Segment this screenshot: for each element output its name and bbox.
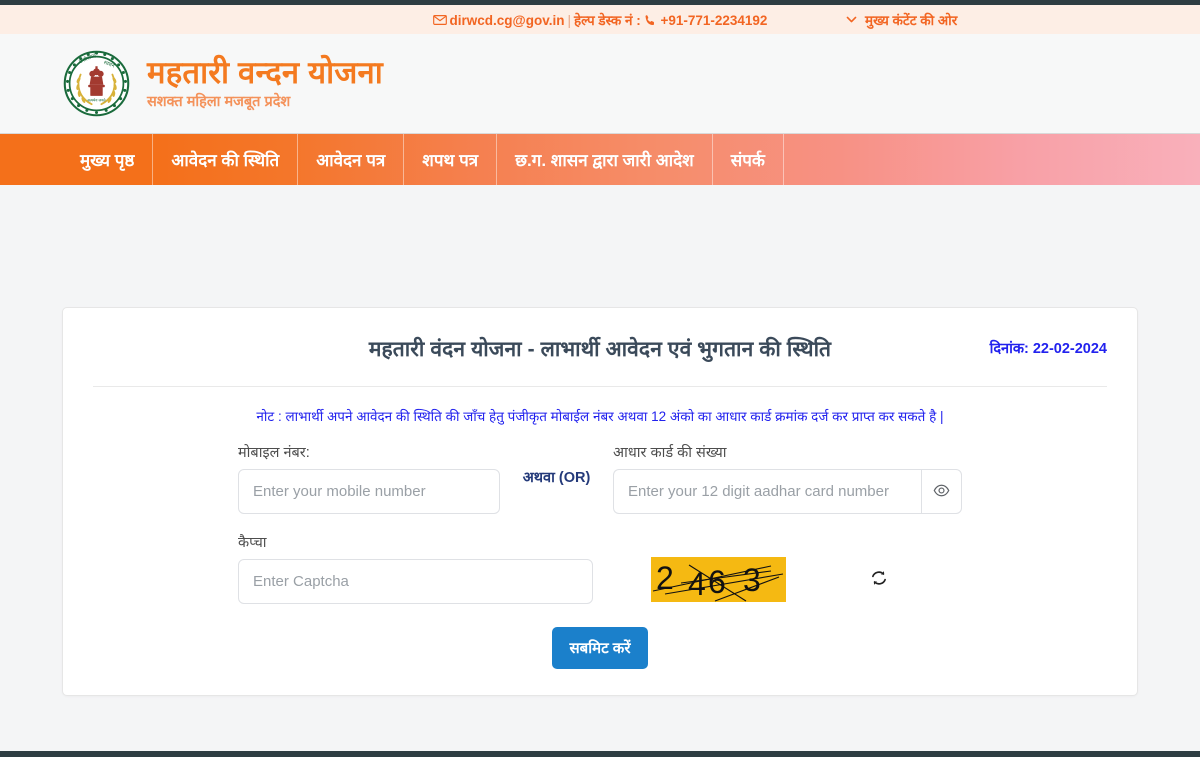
header-divider — [93, 386, 1107, 387]
mobile-label: मोबाइल नंबर: — [238, 445, 310, 461]
captcha-refresh-button[interactable] — [870, 569, 888, 590]
page-title: महतारी वंदन योजना - लाभार्थी आवेदन एवं भ… — [368, 338, 832, 361]
eye-icon — [933, 482, 950, 502]
page-body: महतारी वंदन योजना - लाभार्थी आवेदन एवं भ… — [0, 185, 1200, 704]
captcha-input[interactable] — [238, 559, 593, 604]
or-label: अथवा (OR) — [522, 470, 591, 486]
submit-button[interactable]: सबमिट करें — [551, 627, 649, 669]
site-title: महतारी वन्दन योजना — [147, 54, 383, 90]
skip-to-content-label: मुख्य कंटेंट की ओर — [865, 12, 958, 28]
nav-left-spacer — [0, 134, 62, 185]
nav-item-label: आवेदन पत्र — [316, 151, 386, 170]
nav-item-application-status[interactable]: आवेदन की स्थिति — [153, 134, 299, 185]
email-link[interactable]: dirwcd.cg@gov.in — [450, 13, 565, 28]
nav-item-contact[interactable]: संपर्क — [713, 134, 784, 185]
card-header: महतारी वंदन योजना - लाभार्थी आवेदन एवं भ… — [93, 330, 1107, 368]
nav-item-label: आवेदन की स्थिति — [171, 151, 280, 170]
form-row-identifiers: मोबाइल नंबर: अथवा (OR) आधार कार्ड की संख… — [238, 442, 962, 514]
helpdesk-label: हेल्प डेस्क नं : — [573, 12, 641, 28]
mobile-input[interactable] — [238, 469, 500, 514]
submit-row: सबमिट करें — [238, 627, 962, 669]
contact-separator: | — [567, 12, 571, 28]
refresh-icon — [870, 569, 888, 590]
nav-item-label: मुख्य पृष्ठ — [80, 151, 135, 170]
status-form: मोबाइल नंबर: अथवा (OR) आधार कार्ड की संख… — [93, 442, 1107, 669]
captcha-image: 2 4 6 3 — [651, 557, 786, 602]
chhattisgarh-government-emblem-icon: छत्तीसगढ़ शासन सत्यमेव जयते — [62, 49, 131, 118]
nav-item-label: छ.ग. शासन द्वारा जारी आदेश — [515, 151, 694, 170]
aadhar-input[interactable] — [613, 469, 921, 514]
nav-item-application-form[interactable]: आवेदन पत्र — [298, 134, 405, 185]
contact-info: dirwcd.cg@gov.in | हेल्प डेस्क नं : +91-77… — [0, 11, 1200, 29]
svg-text:4: 4 — [688, 566, 706, 602]
captcha-label: कैप्चा — [238, 535, 267, 551]
captcha-display-group: 2 4 6 3 — [593, 532, 962, 602]
main-navigation: मुख्य पृष्ठ आवेदन की स्थिति आवेदन पत्र श… — [0, 133, 1200, 185]
form-row-captcha: कैप्चा 2 4 6 3 — [238, 532, 962, 604]
brand-text: महतारी वन्दन योजना सशक्त महिला मजबूत प्र… — [147, 54, 383, 112]
chevron-down-icon — [845, 13, 858, 26]
utility-bar: dirwcd.cg@gov.in | हेल्प डेस्क नं : +91-77… — [0, 5, 1200, 34]
masthead: छत्तीसगढ़ शासन सत्यमेव जयते महतारी वन्दन… — [0, 34, 1200, 133]
svg-text:2: 2 — [656, 560, 674, 596]
svg-text:सत्यमेव जयते: सत्यमेव जयते — [87, 97, 106, 102]
bottom-chrome-strip — [0, 751, 1200, 757]
aadhar-visibility-toggle-button[interactable] — [920, 469, 962, 514]
nav-item-label: संपर्क — [730, 151, 765, 170]
site-tagline: सशक्त महिला मजबूत प्रदेश — [147, 94, 291, 111]
nav-item-home[interactable]: मुख्य पृष्ठ — [62, 134, 154, 185]
or-separator: अथवा (OR) — [500, 442, 613, 487]
note-text: नोट : लाभार्थी अपने आवेदन की स्थिति की ज… — [256, 409, 944, 424]
page-bottom-gap — [0, 704, 1200, 751]
mobile-field-group: मोबाइल नंबर: — [238, 442, 500, 514]
captcha-field-group: कैप्चा — [238, 532, 593, 604]
nav-item-affidavit[interactable]: शपथ पत्र — [404, 134, 498, 185]
nav-item-government-orders[interactable]: छ.ग. शासन द्वारा जारी आदेश — [497, 134, 713, 185]
current-date: दिनांक: 22-02-2024 — [989, 341, 1107, 357]
helpdesk-phone[interactable]: +91-771-2234192 — [660, 13, 767, 28]
phone-icon — [644, 14, 657, 27]
aadhar-field-group: आधार कार्ड की संख्या — [613, 442, 962, 514]
captcha-image-svg: 2 4 6 3 — [651, 557, 786, 602]
aadhar-label: आधार कार्ड की संख्या — [613, 445, 727, 461]
skip-to-content[interactable]: मुख्य कंटेंट की ओर — [845, 11, 957, 29]
nav-item-label: शपथ पत्र — [422, 151, 479, 170]
status-check-card: महतारी वंदन योजना - लाभार्थी आवेदन एवं भ… — [62, 307, 1138, 696]
aadhar-input-group — [613, 469, 962, 514]
mail-icon — [432, 13, 447, 27]
